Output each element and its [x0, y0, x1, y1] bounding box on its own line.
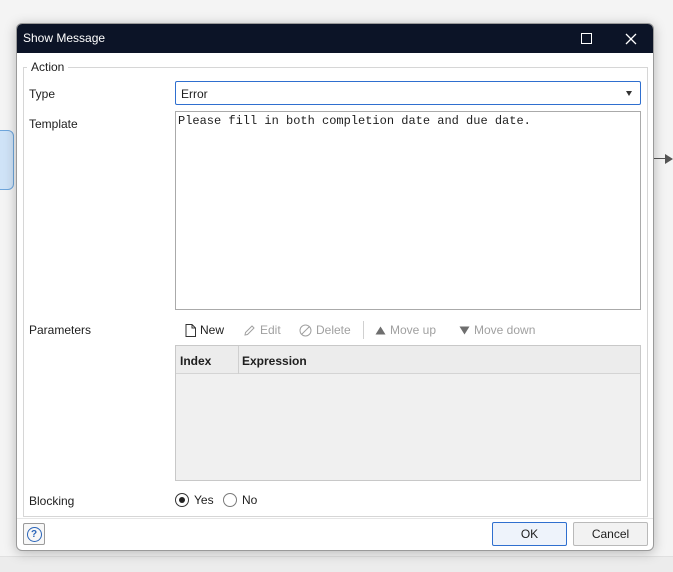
- blocking-no-label: No: [242, 493, 258, 507]
- type-select[interactable]: Error: [175, 81, 641, 105]
- column-header-expression[interactable]: Expression: [242, 354, 307, 368]
- blocking-no-radio[interactable]: No: [223, 493, 257, 507]
- title-bar[interactable]: Show Message: [17, 24, 653, 53]
- move-up-button[interactable]: Move up: [375, 323, 436, 337]
- parameters-table[interactable]: Index Expression: [175, 345, 641, 481]
- background-activity-shape: [0, 130, 14, 190]
- dialog-title: Show Message: [23, 31, 106, 45]
- action-group-legend: Action: [27, 60, 69, 74]
- close-icon: [625, 33, 637, 44]
- column-divider[interactable]: [238, 346, 239, 374]
- maximize-icon: [580, 33, 592, 44]
- blocking-label: Blocking: [29, 494, 75, 508]
- parameters-label: Parameters: [29, 323, 92, 337]
- background-status-strip: [0, 556, 673, 572]
- template-label: Template: [29, 117, 78, 131]
- template-textarea[interactable]: Please fill in both completion date and …: [175, 111, 641, 310]
- chevron-down-icon: [626, 91, 632, 96]
- close-button[interactable]: [609, 24, 653, 53]
- show-message-dialog: Show Message Action Type Error Template …: [16, 23, 654, 551]
- footer-divider: [17, 518, 653, 519]
- radio-checked-icon: [175, 493, 189, 507]
- ok-button[interactable]: OK: [492, 522, 567, 546]
- new-parameter-button[interactable]: New: [185, 323, 224, 337]
- new-document-icon: [185, 323, 196, 337]
- triangle-down-icon: [459, 326, 470, 334]
- toolbar-separator: [363, 321, 364, 339]
- delete-parameter-button[interactable]: Delete: [299, 323, 351, 337]
- triangle-up-icon: [375, 326, 386, 334]
- type-select-value: Error: [181, 87, 208, 101]
- pencil-icon: [244, 324, 255, 336]
- parameters-toolbar: New Edit Delete Move up Move down: [175, 321, 641, 341]
- cancel-button[interactable]: Cancel: [573, 522, 648, 546]
- move-down-label: Move down: [474, 323, 536, 337]
- blocking-yes-radio[interactable]: Yes: [175, 493, 214, 507]
- edit-parameter-button[interactable]: Edit: [243, 323, 281, 337]
- new-parameter-label: New: [200, 323, 225, 337]
- radio-unchecked-icon: [223, 493, 237, 507]
- help-button[interactable]: ?: [23, 523, 45, 545]
- move-down-button[interactable]: Move down: [459, 323, 535, 337]
- background-connector-arrow-icon: [665, 154, 673, 164]
- blocking-yes-label: Yes: [194, 493, 214, 507]
- column-header-index[interactable]: Index: [180, 354, 211, 368]
- edit-parameter-label: Edit: [260, 323, 281, 337]
- parameters-table-header: Index Expression: [176, 346, 640, 374]
- move-up-label: Move up: [390, 323, 437, 337]
- help-icon: ?: [26, 526, 42, 542]
- type-label: Type: [29, 87, 56, 101]
- maximize-button[interactable]: [564, 24, 608, 53]
- delete-parameter-label: Delete: [316, 323, 351, 337]
- delete-icon: [299, 324, 312, 336]
